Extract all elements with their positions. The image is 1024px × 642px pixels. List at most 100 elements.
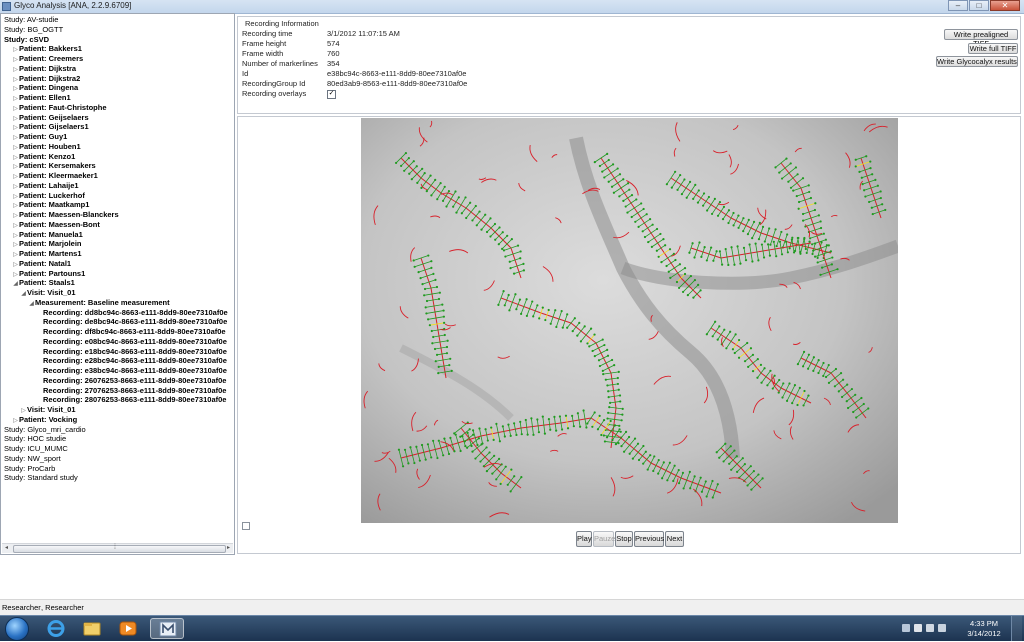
scroll-left-arrow-icon[interactable]: ◂ <box>2 544 11 553</box>
recording-overlays-checkbox[interactable]: ✓ <box>327 90 336 99</box>
tree-node[interactable]: Recording: dd8bc94c-8663-e111-8dd9-80ee7… <box>4 308 234 318</box>
start-orb-icon[interactable] <box>5 617 29 641</box>
tree-node[interactable]: ▷Patient: Natal1 <box>4 259 234 269</box>
tray-flag-icon[interactable] <box>914 624 922 632</box>
stop-button[interactable]: Stop <box>615 531 633 547</box>
marker-endpoint <box>749 347 753 350</box>
marker-endpoint <box>471 429 475 432</box>
tree-node[interactable]: ▷Patient: Gijselaers1 <box>4 122 234 132</box>
maximize-button[interactable]: □ <box>969 0 989 11</box>
tree-node[interactable]: ▷Patient: Martens1 <box>4 249 234 259</box>
tree-node[interactable]: ▷Patient: Ellen1 <box>4 93 234 103</box>
previous-button[interactable]: Previous <box>634 531 664 547</box>
marker-endpoint <box>802 219 805 222</box>
tree-node[interactable]: ▷Visit: Visit_01 <box>4 405 234 415</box>
tree-node[interactable]: ▷Patient: Partouns1 <box>4 269 234 279</box>
marker-endpoint <box>724 442 727 445</box>
marker-endpoint <box>773 374 776 377</box>
tree-node[interactable]: Study: Glyco_mri_cardio <box>4 425 234 435</box>
tree-node[interactable]: ▷Patient: Dingena <box>4 83 234 93</box>
tree-node[interactable]: ▷Patient: Geijselaers <box>4 113 234 123</box>
clock-date[interactable]: 3/14/2012 <box>964 629 1004 638</box>
write-glycocalyx-results-button[interactable]: Write Glycocalyx results <box>936 56 1018 67</box>
marker-endpoint <box>807 394 810 397</box>
marker-endpoint <box>809 196 813 200</box>
tree-node[interactable]: ▷Patient: Kersemakers <box>4 161 234 171</box>
marker-endpoint <box>674 170 677 173</box>
tree-node[interactable]: ▷Patient: Dijkstra2 <box>4 74 234 84</box>
marker-endpoint <box>429 174 432 177</box>
tree-node[interactable]: Study: ProCarb <box>4 464 234 474</box>
marker-endpoint <box>613 364 616 367</box>
tree-node[interactable]: ◢Patient: Staals1 <box>4 278 234 288</box>
tree-node[interactable]: Study: AV-studie <box>4 15 234 25</box>
pause-button[interactable]: Pauze <box>593 531 615 547</box>
tree-node[interactable]: ◢Measurement: Baseline measurement <box>4 298 234 308</box>
tree-node[interactable]: Recording: 26076253-8663-e111-8dd9-80ee7… <box>4 376 234 386</box>
tree-node[interactable]: Recording: e18bc94c-8663-e111-8dd9-80ee7… <box>4 347 234 357</box>
tree-node[interactable]: ▷Patient: Dijkstra <box>4 64 234 74</box>
tree-node[interactable]: ▷Patient: Kenzo1 <box>4 152 234 162</box>
tree-node[interactable]: ▷Patient: Lahaije1 <box>4 181 234 191</box>
tree-node[interactable]: ▷Patient: Guy1 <box>4 132 234 142</box>
marker-endpoint <box>683 272 687 276</box>
tree-node[interactable]: ▷Patient: Creemers <box>4 54 234 64</box>
marker-endpoint <box>665 183 668 186</box>
tree-node[interactable]: ▷Patient: Maessen-Blanckers <box>4 210 234 220</box>
tree-node-label: Patient: Kersemakers <box>19 161 96 171</box>
tree-node[interactable]: ▷Patient: Maatkamp1 <box>4 200 234 210</box>
scroll-right-arrow-icon[interactable]: ▸ <box>224 544 233 553</box>
marker-endpoint <box>607 396 610 399</box>
tree-node[interactable]: Study: BG_OGTT <box>4 25 234 35</box>
show-desktop-button[interactable] <box>1011 616 1022 641</box>
marker-endpoint <box>610 185 614 188</box>
tree-node[interactable]: Study: HOC studie <box>4 434 234 444</box>
play-button[interactable]: Play <box>576 531 592 547</box>
tree-node[interactable]: Study: cSVD <box>4 35 234 45</box>
file-explorer-icon[interactable] <box>78 618 106 639</box>
tree-node[interactable]: Recording: de8bc94c-8663-e111-8dd9-80ee7… <box>4 317 234 327</box>
tree-node[interactable]: Study: Standard study <box>4 473 234 483</box>
tray-network-icon[interactable] <box>926 624 934 632</box>
tree-horizontal-scrollbar[interactable]: ◂ ⁞ ▸ <box>2 543 233 553</box>
write-prealigned-tiff-button[interactable]: Write prealigned TIFF <box>944 29 1018 48</box>
marker-endpoint <box>497 457 501 461</box>
marker-endpoint <box>593 411 596 414</box>
tree-node[interactable]: ▷Patient: Manuela1 <box>4 230 234 240</box>
tree-node[interactable]: Study: NW_sport <box>4 454 234 464</box>
tree-node[interactable]: ◢Visit: Visit_01 <box>4 288 234 298</box>
tree-node[interactable]: ▷Patient: Marjolein <box>4 239 234 249</box>
tray-volume-icon[interactable] <box>938 624 946 632</box>
next-button[interactable]: Next <box>665 531 684 547</box>
scrollbar-thumb[interactable]: ⁞ <box>13 544 226 553</box>
marker-endpoint <box>662 238 665 241</box>
info-row-recording-time: Recording time 3/1/2012 11:07:15 AM <box>242 29 467 39</box>
tree-node[interactable]: ▷Patient: Houben1 <box>4 142 234 152</box>
tree-node[interactable]: ▷Patient: Faut-Christophe <box>4 103 234 113</box>
tree-node[interactable]: ▷Patient: Maessen-Bont <box>4 220 234 230</box>
marker-endpoint <box>662 461 665 464</box>
media-player-icon[interactable] <box>114 618 142 639</box>
tree-node[interactable]: Recording: 27076253-8663-e111-8dd9-80ee7… <box>4 386 234 396</box>
marker-endpoint <box>791 236 794 239</box>
tree-node[interactable]: ▷Patient: Kleermaeker1 <box>4 171 234 181</box>
tree-node[interactable]: ▷Patient: Bakkers1 <box>4 44 234 54</box>
minimize-button[interactable]: – <box>948 0 968 11</box>
close-button[interactable]: ✕ <box>990 0 1020 11</box>
tree-node[interactable]: ▷Patient: Luckerhof <box>4 191 234 201</box>
tree-node[interactable]: Recording: e38bc94c-8663-e111-8dd9-80ee7… <box>4 366 234 376</box>
glyco-analysis-icon[interactable] <box>150 618 184 639</box>
clock-time[interactable]: 4:33 PM <box>964 619 1004 628</box>
internet-explorer-icon[interactable] <box>42 618 70 639</box>
frame-slider-thumb[interactable] <box>242 522 250 530</box>
marker-endpoint <box>454 190 457 193</box>
tree-node[interactable]: Recording: e08bc94c-8663-e111-8dd9-80ee7… <box>4 337 234 347</box>
tree-node[interactable]: Recording: e28bc94c-8663-e111-8dd9-80ee7… <box>4 356 234 366</box>
tree-node[interactable]: ▷Patient: Vocking <box>4 415 234 425</box>
tree-node[interactable]: Study: ICU_MUMC <box>4 444 234 454</box>
tree-node[interactable]: Recording: 28076253-8663-e111-8dd9-80ee7… <box>4 395 234 405</box>
microscopy-image[interactable] <box>361 118 898 523</box>
write-full-tiff-button[interactable]: Write full TIFF <box>968 43 1018 54</box>
tray-arrow-icon[interactable] <box>902 624 910 632</box>
tree-node[interactable]: Recording: df8bc94c-8663-e111-8dd9-80ee7… <box>4 327 234 337</box>
